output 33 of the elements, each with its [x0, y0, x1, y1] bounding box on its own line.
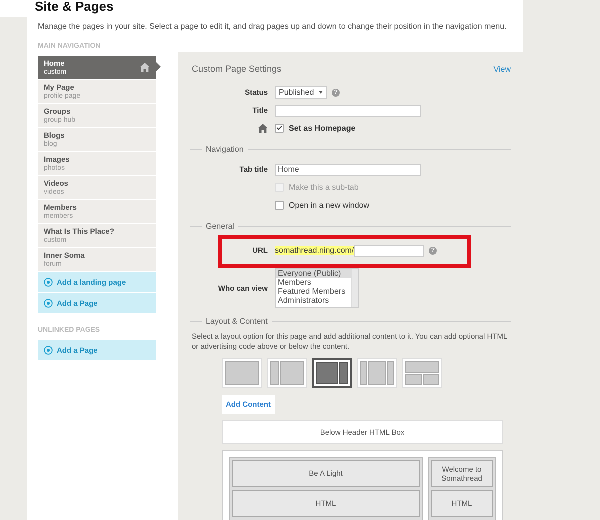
checkbox[interactable] — [275, 201, 284, 210]
section-legend: Navigation — [206, 145, 244, 154]
scrollbar[interactable] — [351, 269, 358, 307]
section-legend: General — [206, 222, 234, 231]
list-option[interactable]: Members — [276, 278, 351, 287]
layout-icon — [316, 362, 348, 384]
section-legend: Layout & Content — [206, 317, 268, 326]
list-option[interactable]: Administrators — [276, 296, 351, 305]
status-dropdown[interactable]: Published — [275, 86, 328, 99]
page-title: Site & Pages — [35, 0, 115, 14]
list-option[interactable]: Everyone (Public) — [276, 269, 351, 278]
checkbox-label: Open in a new window — [289, 201, 370, 210]
list-option[interactable]: Featured Members — [276, 287, 351, 296]
layout-icon — [360, 361, 394, 385]
checkbox[interactable] — [275, 124, 284, 133]
caret-icon — [319, 91, 324, 94]
plus-circle-icon — [44, 346, 53, 354]
checkbox-label: Set as Homepage — [289, 124, 356, 133]
url-prefix: somathread.ning.com/ — [275, 246, 354, 255]
layout-icon — [405, 361, 439, 385]
layout-icon — [225, 361, 259, 385]
house-icon — [258, 124, 268, 133]
visibility-listbox[interactable]: Everyone (Public) Members Featured Members Administrators — [275, 268, 359, 308]
plus-circle-icon — [44, 278, 53, 286]
panel-title: Custom Page Settings — [192, 64, 282, 74]
plus-circle-icon — [44, 298, 53, 308]
layout-option[interactable] — [312, 358, 352, 388]
tab-title-input-field[interactable]: Home — [275, 164, 421, 176]
page-description: Manage the pages in your site. Select a page to edit it, and drag pages up and down to change their position in the navigation menu. — [38, 22, 508, 31]
title-input-field[interactable] — [275, 104, 421, 116]
checkbox-label: Make this a sub-tab — [289, 183, 359, 192]
url-input-field[interactable] — [354, 244, 424, 256]
layout-icon — [270, 361, 304, 385]
